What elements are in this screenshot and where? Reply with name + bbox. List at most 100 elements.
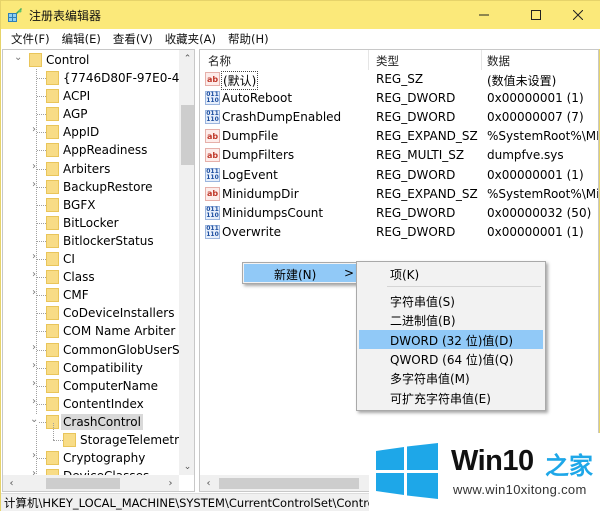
tree-item[interactable]: › Arbiters (3, 160, 179, 178)
value-row[interactable]: 011 110 LogEvent REG_DWORD 0x00000001 (1) (200, 166, 598, 185)
tree-item[interactable]: › ComputerName (3, 377, 179, 395)
value-row[interactable]: abDumpFile REG_EXPAND_SZ %SystemRoot%\MEMO… (200, 127, 598, 146)
column-header-type[interactable]: 类型 (376, 53, 399, 69)
chevron-right-icon[interactable]: › (32, 287, 36, 299)
tree-item-control[interactable]: ⌄ Control (3, 51, 179, 69)
chevron-right-icon[interactable]: › (32, 359, 36, 371)
list-header: 名称 类型 数据 (200, 50, 598, 70)
menu-view[interactable]: 查看(V) (107, 29, 159, 49)
submenu-item[interactable]: 字符串值(S) (359, 291, 543, 310)
tree-item[interactable]: BitLocker (3, 214, 179, 232)
tree-item[interactable]: {7746D80F-97E0-4E26- (3, 69, 194, 87)
tree-item[interactable]: AppReadiness (3, 141, 179, 159)
tree-item[interactable]: BitlockerStatus (3, 232, 179, 250)
tree-item[interactable]: BGFX (3, 196, 179, 214)
chevron-down-icon[interactable]: ⌄ (14, 52, 22, 63)
value-data: %SystemRoot%\Minidump (487, 186, 599, 201)
menu-edit[interactable]: 编辑(E) (56, 29, 107, 49)
submenu-item[interactable]: QWORD (64 位)值(Q) (359, 349, 543, 368)
chevron-right-icon[interactable]: › (32, 160, 36, 172)
tree-connector (37, 96, 46, 98)
tree-item[interactable]: › Class (3, 268, 179, 286)
tree-connector (37, 150, 46, 152)
tree-item[interactable]: › ContentIndex (3, 395, 179, 413)
tree-item-label: Cryptography (63, 451, 146, 466)
chevron-right-icon[interactable]: › (32, 450, 36, 462)
maximize-icon (531, 10, 541, 20)
scroll-down-icon[interactable]: ⌄ (179, 458, 194, 475)
tree-connector (37, 313, 46, 315)
chevron-down-icon[interactable]: ⌄ (30, 413, 39, 425)
tree-item[interactable]: › AppID (3, 123, 179, 141)
submenu-item[interactable]: 多字符串值(M) (359, 368, 543, 387)
tree-item[interactable]: ⌄ CrashControl (3, 413, 179, 431)
scroll-thumb[interactable] (181, 105, 194, 165)
registry-tree[interactable]: ⌄ Control {7746D80F-97E0-4E26- ACPI AGP › Ap… (2, 49, 195, 492)
tree-connector (37, 78, 46, 79)
tree-item-label: CMF (63, 288, 89, 303)
value-type: REG_DWORD (376, 224, 456, 239)
tree-item[interactable]: COM Name Arbiter (3, 322, 179, 340)
submenu-item[interactable]: DWORD (32 位)值(D) (359, 330, 543, 349)
context-menu-item-new[interactable]: 新建(N) > (244, 264, 358, 282)
column-divider[interactable] (481, 50, 482, 70)
menu-help[interactable]: 帮助(H) (222, 29, 275, 49)
binary-value-icon: 011 110 (205, 167, 220, 182)
tree-item[interactable]: ACPI (3, 87, 179, 105)
string-value-icon: ab (205, 148, 220, 163)
value-row[interactable]: 011 110 MinidumpsCount REG_DWORD 0x00000032 … (200, 204, 598, 223)
close-button[interactable] (555, 1, 600, 29)
tree-item[interactable]: › Compatibility (3, 359, 179, 377)
column-header-data[interactable]: 数据 (487, 53, 510, 69)
value-name: MinidumpDir (222, 186, 299, 201)
menu-item-label: 字符串值(S) (390, 295, 455, 309)
scroll-right-icon[interactable]: › (162, 475, 179, 491)
tree-item[interactable]: › CMF (3, 286, 179, 304)
chevron-right-icon[interactable]: › (32, 377, 36, 389)
tree-item[interactable]: › CommonGlobUserSett (3, 341, 194, 359)
close-icon (573, 10, 583, 20)
minimize-button[interactable] (461, 1, 507, 29)
chevron-right-icon[interactable]: › (32, 124, 36, 136)
maximize-button[interactable] (513, 1, 559, 29)
tree-item-label: {7746D80F-97E0-4E26- (63, 71, 195, 85)
scroll-left-icon[interactable]: ‹ (200, 475, 217, 491)
scroll-left-icon[interactable]: ‹ (3, 475, 20, 491)
submenu-item[interactable]: 可扩充字符串值(E) (359, 388, 543, 407)
value-row[interactable]: ab DumpFilters REG_MULTI_SZ dumpfve.sys (200, 146, 598, 165)
chevron-right-icon[interactable]: › (32, 395, 36, 407)
tree-item-label: ACPI (63, 89, 91, 104)
tree-item[interactable]: CoDeviceInstallers (3, 304, 179, 322)
column-header-name[interactable]: 名称 (208, 53, 231, 69)
value-row[interactable]: 011 110 CrashDumpEnabled REG_DWORD 0x0000000… (200, 108, 598, 127)
tree-item[interactable]: StorageTelemetry (3, 423, 186, 449)
chevron-right-icon[interactable]: › (32, 178, 36, 190)
scroll-up-icon[interactable]: ⌃ (179, 50, 194, 67)
value-row[interactable]: 011 110 Overwrite REG_DWORD 0x00000001 (1) (200, 223, 598, 242)
tree-item-label: StorageTelemetry (80, 433, 187, 447)
chevron-right-icon[interactable]: › (32, 269, 36, 281)
menu-favorites[interactable]: 收藏夹(A) (159, 29, 222, 49)
tree-horizontal-scrollbar[interactable]: ‹ › (3, 475, 179, 491)
tree-item[interactable]: › Cryptography (3, 449, 179, 467)
submenu-item[interactable]: 二进制值(B) (359, 310, 543, 329)
tree-item[interactable]: › BackupRestore (3, 178, 179, 196)
tree-item[interactable]: AGP (3, 105, 179, 123)
value-data: dumpfve.sys (487, 148, 564, 163)
menu-file[interactable]: 文件(F) (5, 29, 56, 49)
value-row[interactable]: ab (默认) REG_SZ (数值未设置) (200, 70, 598, 90)
scroll-thumb[interactable] (219, 478, 359, 489)
title-bar[interactable]: 注册表编辑器 (1, 1, 600, 29)
submenu-item[interactable]: 项(K) (359, 264, 543, 283)
tree-connector (37, 204, 46, 206)
tree-vertical-scrollbar[interactable]: ⌃ ⌄ (179, 50, 194, 475)
chevron-right-icon[interactable]: › (32, 251, 36, 262)
registry-editor-icon (8, 8, 22, 22)
value-row[interactable]: ab MinidumpDir REG_EXPAND_SZ %SystemRoot%\M… (200, 185, 599, 204)
tree-item[interactable]: › CI (3, 250, 179, 268)
scroll-thumb[interactable] (46, 478, 120, 489)
value-row[interactable]: 011 110 AutoReboot REG_DWORD 0x00000001 (1) (200, 89, 598, 108)
chevron-right-icon[interactable]: › (32, 341, 36, 353)
column-divider[interactable] (368, 50, 369, 70)
tree-connector (37, 349, 46, 351)
